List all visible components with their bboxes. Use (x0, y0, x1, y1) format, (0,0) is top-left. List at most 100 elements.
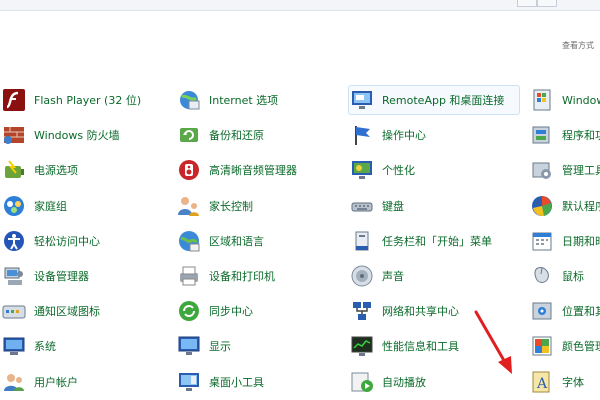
color-management-icon (532, 336, 552, 356)
control-panel-item-label: 同步中心 (209, 305, 253, 319)
control-panel-item-label: 家长控制 (209, 199, 253, 213)
control-panel-item-label: 字体 (562, 375, 584, 389)
control-panel-item-label: 家庭组 (34, 199, 67, 213)
homegroup-icon (4, 195, 24, 216)
personalization-icon (352, 161, 372, 180)
control-panel-item-label: 设备和打印机 (209, 270, 275, 283)
control-panel-item-label: 鼠标 (562, 270, 584, 283)
firewall-icon (4, 127, 24, 145)
control-panel-item-label: 桌面小工具 (209, 375, 264, 389)
taskbar-icon (355, 231, 369, 251)
control-panel-item[interactable]: 设备和打印机 (175, 261, 345, 291)
control-panel-item-label: 网络和共享中心 (382, 305, 459, 319)
control-panel-item[interactable]: 用户帐户 (0, 367, 170, 397)
control-panel-item[interactable]: 任务栏和「开始」菜单 (348, 226, 518, 256)
control-panel-item-label: 通知区域图标 (34, 305, 100, 319)
control-panel-item[interactable]: 鼠标 (528, 261, 600, 291)
location-icon (532, 302, 552, 320)
gadgets-icon (179, 372, 199, 391)
control-panel-item-label: Internet 选项 (209, 94, 279, 107)
system-icon (3, 337, 25, 356)
topbar-button[interactable] (517, 0, 537, 7)
control-panel-item-label: 个性化 (382, 164, 415, 178)
control-panel-item[interactable]: 通知区域图标 (0, 296, 170, 326)
control-panel-item-label: 用户帐户 (34, 375, 78, 389)
control-panel-item-label: 管理工具 (562, 164, 600, 178)
control-panel-item-label: Window (562, 93, 600, 107)
control-panel-item[interactable]: A 字体 (528, 367, 600, 397)
control-panel-item[interactable]: 设备管理器 (0, 261, 170, 291)
date-time-icon (532, 232, 552, 251)
control-panel-item[interactable]: 操作中心 (348, 120, 518, 150)
control-panel-item[interactable]: 区域和语言 (175, 226, 345, 256)
autoplay-icon (351, 372, 373, 392)
control-panel-item[interactable]: 声音 (348, 261, 518, 291)
control-panel-item[interactable]: 桌面小工具 (175, 367, 345, 397)
control-panel-item[interactable]: Internet 选项 (175, 85, 345, 115)
default-programs-icon (532, 195, 552, 216)
display-icon (178, 336, 200, 356)
control-panel-item[interactable]: Flash Player (32 位) (0, 85, 170, 115)
control-panel-item[interactable]: 键盘 (348, 191, 518, 221)
remoteapp-icon (352, 91, 372, 109)
control-panel-item[interactable]: 备份和还原 (175, 120, 345, 150)
control-panel-item-label: 任务栏和「开始」菜单 (382, 234, 492, 248)
notification-icon (2, 305, 26, 319)
control-panel-item[interactable]: Window (528, 85, 600, 115)
control-panel-item-label: Windows 防火墙 (34, 129, 120, 143)
control-panel-item-label: 高清晰音频管理器 (209, 164, 297, 178)
programs-icon (532, 126, 550, 144)
control-panel-item-label: 系统 (34, 340, 56, 354)
parental-controls-icon (178, 196, 199, 216)
red-arrow-annotation (474, 310, 512, 374)
view-by-link[interactable]: 查看方式 (562, 40, 594, 51)
window-top-bar (0, 0, 600, 11)
control-panel-item-label: 键盘 (382, 199, 404, 213)
control-panel-item[interactable]: 显示 (175, 331, 345, 361)
control-panel-item[interactable]: 家长控制 (175, 191, 345, 221)
control-panel-item-label: 位置和其 (562, 305, 600, 319)
control-panel-item[interactable]: 个性化 (348, 155, 518, 185)
audio-manager-icon (179, 160, 199, 181)
control-panel-item[interactable]: 程序和功 (528, 120, 600, 150)
control-panel-item-label: 日期和时 (562, 234, 600, 248)
control-panel-item-label: 程序和功 (562, 129, 600, 143)
sync-icon (179, 301, 199, 322)
control-panel-item-label: 轻松访问中心 (34, 234, 100, 248)
control-panel-item[interactable]: 位置和其 (528, 296, 600, 326)
control-panel-item[interactable]: 轻松访问中心 (0, 226, 170, 256)
topbar-button[interactable] (537, 0, 557, 7)
printer-icon (180, 266, 198, 286)
control-panel-item[interactable]: Windows 防火墙 (0, 120, 170, 150)
windows-update-icon (533, 89, 551, 111)
ease-of-access-icon (4, 230, 24, 251)
control-panel-item-label: 声音 (382, 270, 404, 283)
control-panel-item[interactable]: 高清晰音频管理器 (175, 155, 345, 185)
admin-tools-icon (532, 162, 551, 180)
control-panel-item[interactable]: 日期和时 (528, 226, 600, 256)
keyboard-icon (351, 202, 373, 212)
control-panel-item[interactable]: 电源选项 (0, 155, 170, 185)
power-icon (5, 160, 24, 179)
control-panel-item[interactable]: 家庭组 (0, 191, 170, 221)
control-panel-item[interactable]: RemoteApp 和桌面连接 (348, 85, 520, 115)
control-panel-item[interactable]: 默认程序 (528, 191, 600, 221)
control-panel-item-label: 默认程序 (562, 199, 600, 213)
user-accounts-icon (4, 373, 24, 391)
fonts-icon: A (532, 371, 550, 393)
control-panel-item-label: 性能信息和工具 (382, 340, 459, 354)
control-panel-item-label: 操作中心 (382, 129, 426, 143)
control-panel-item[interactable]: 系统 (0, 331, 170, 361)
control-panel-item-label: 设备管理器 (34, 270, 89, 283)
control-panel-item[interactable]: 颜色管理 (528, 331, 600, 361)
control-panel-item-label: 区域和语言 (209, 234, 264, 248)
control-panel-item-label: 备份和还原 (209, 129, 264, 143)
network-icon (353, 302, 371, 321)
control-panel-item[interactable]: 管理工具 (528, 155, 600, 185)
control-panel-item-label: Flash Player (32 位) (34, 94, 142, 107)
action-center-icon (355, 126, 370, 146)
sound-icon (351, 265, 373, 287)
device-manager-icon (4, 267, 23, 285)
control-panel-item[interactable]: 同步中心 (175, 296, 345, 326)
control-panel-item-label: 电源选项 (34, 164, 78, 178)
